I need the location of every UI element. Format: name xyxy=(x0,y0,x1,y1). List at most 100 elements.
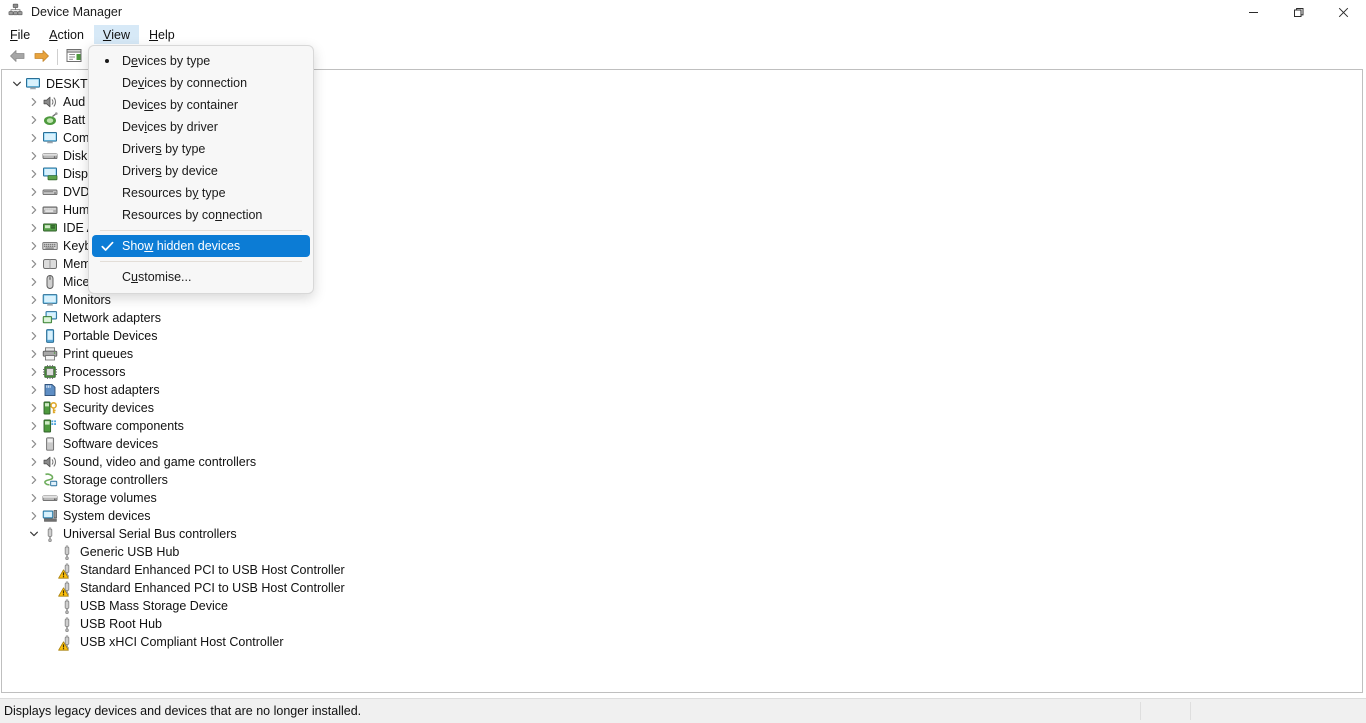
tree-item[interactable]: Software devices xyxy=(2,435,1102,453)
chevron-down-icon[interactable] xyxy=(27,525,41,543)
minimize-button[interactable] xyxy=(1231,0,1276,24)
chevron-right-icon[interactable] xyxy=(27,417,41,435)
close-button[interactable] xyxy=(1321,0,1366,24)
window-controls xyxy=(1231,0,1366,24)
chevron-right-icon[interactable] xyxy=(27,309,41,327)
audio-icon xyxy=(41,93,59,111)
menubar-item-file[interactable]: File xyxy=(1,25,39,44)
view-menu-item-devices-by-container[interactable]: Devices by container xyxy=(92,94,310,116)
tree-item-label: Sound, video and game controllers xyxy=(63,455,257,469)
view-menu-item-resources-by-type[interactable]: Resources by type xyxy=(92,182,310,204)
security-device-icon xyxy=(41,399,59,417)
menubar-item-view[interactable]: View xyxy=(93,25,140,44)
usb-icon xyxy=(58,615,76,633)
menu-item-label: Show hidden devices xyxy=(122,239,241,253)
menubar-item-help[interactable]: Help xyxy=(140,25,184,44)
chevron-right-icon[interactable] xyxy=(27,183,41,201)
warning-icon xyxy=(58,641,69,651)
chevron-right-icon[interactable] xyxy=(27,291,41,309)
tree-item[interactable]: Standard Enhanced PCI to USB Host Contro… xyxy=(2,561,1102,579)
chevron-right-icon[interactable] xyxy=(27,273,41,291)
tree-item[interactable]: Storage controllers xyxy=(2,471,1102,489)
menu-item-label: Resources by type xyxy=(122,186,226,200)
properties-button[interactable] xyxy=(62,46,86,68)
chevron-right-icon[interactable] xyxy=(27,345,41,363)
view-menu-item-show-hidden-devices[interactable]: Show hidden devices xyxy=(92,235,310,257)
storage-volume-icon xyxy=(41,489,59,507)
tree-item-label: Portable Devices xyxy=(63,329,158,343)
view-menu-item-customise[interactable]: Customise... xyxy=(92,266,310,288)
back-button[interactable] xyxy=(5,46,29,68)
status-bar-text: Displays legacy devices and devices that… xyxy=(4,704,362,718)
tree-item[interactable]: Print queues xyxy=(2,345,1102,363)
chevron-right-icon[interactable] xyxy=(27,507,41,525)
tree-item[interactable]: USB xHCI Compliant Host Controller xyxy=(2,633,1102,651)
chevron-right-icon[interactable] xyxy=(27,453,41,471)
chevron-right-icon[interactable] xyxy=(27,471,41,489)
forward-button[interactable] xyxy=(29,46,53,68)
memory-icon xyxy=(41,255,59,273)
chevron-right-icon[interactable] xyxy=(27,381,41,399)
menu-item-label: Devices by driver xyxy=(122,120,218,134)
tree-item-label: Disp xyxy=(63,167,89,181)
chevron-right-icon[interactable] xyxy=(27,363,41,381)
chevron-right-icon[interactable] xyxy=(27,255,41,273)
view-menu-item-drivers-by-device[interactable]: Drivers by device xyxy=(92,160,310,182)
tree-item[interactable]: Storage volumes xyxy=(2,489,1102,507)
monitor-icon xyxy=(41,291,59,309)
properties-icon xyxy=(66,48,82,66)
chevron-right-icon[interactable] xyxy=(27,93,41,111)
menu-item-label: Resources by connection xyxy=(122,208,263,222)
chevron-right-icon[interactable] xyxy=(27,201,41,219)
tree-item[interactable]: Standard Enhanced PCI to USB Host Contro… xyxy=(2,579,1102,597)
network-adapter-icon xyxy=(41,309,59,327)
chevron-right-icon[interactable] xyxy=(27,147,41,165)
tree-item[interactable]: System devices xyxy=(2,507,1102,525)
view-menu-item-devices-by-driver[interactable]: Devices by driver xyxy=(92,116,310,138)
system-device-icon xyxy=(41,507,59,525)
tree-item[interactable]: Portable Devices xyxy=(2,327,1102,345)
tree-item[interactable]: Network adapters xyxy=(2,309,1102,327)
tree-item-label: Mem xyxy=(63,257,91,271)
tree-item[interactable]: USB Root Hub xyxy=(2,615,1102,633)
view-dropdown-menu[interactable]: Devices by type Devices by connection Devi… xyxy=(88,45,314,294)
display-adapter-icon xyxy=(41,165,59,183)
tree-item-label: Storage volumes xyxy=(63,491,157,505)
chevron-right-icon[interactable] xyxy=(27,219,41,237)
tree-item[interactable]: SD host adapters xyxy=(2,381,1102,399)
chevron-right-icon[interactable] xyxy=(27,237,41,255)
warning-icon xyxy=(58,587,69,597)
view-menu-item-devices-by-type[interactable]: Devices by type xyxy=(92,50,310,72)
chevron-right-icon[interactable] xyxy=(27,327,41,345)
computer-icon xyxy=(41,129,59,147)
status-divider xyxy=(1190,702,1191,720)
chevron-right-icon[interactable] xyxy=(27,129,41,147)
tree-item-label: Standard Enhanced PCI to USB Host Contro… xyxy=(80,581,345,595)
menubar-item-action[interactable]: Action xyxy=(40,25,93,44)
view-menu-item-devices-by-connection[interactable]: Devices by connection xyxy=(92,72,310,94)
processor-icon xyxy=(41,363,59,381)
menu-separator xyxy=(100,261,302,262)
tree-item[interactable]: Software components xyxy=(2,417,1102,435)
chevron-right-icon[interactable] xyxy=(27,489,41,507)
keyboard-icon xyxy=(41,237,59,255)
chevron-right-icon[interactable] xyxy=(27,435,41,453)
chevron-right-icon[interactable] xyxy=(27,111,41,129)
chevron-right-icon[interactable] xyxy=(27,165,41,183)
view-menu-item-resources-by-connection[interactable]: Resources by connection xyxy=(92,204,310,226)
tree-item[interactable]: Universal Serial Bus controllers xyxy=(2,525,1102,543)
tree-item[interactable]: Generic USB Hub xyxy=(2,543,1102,561)
tree-item[interactable]: Sound, video and game controllers xyxy=(2,453,1102,471)
restore-button[interactable] xyxy=(1276,0,1321,24)
tree-item[interactable]: USB Mass Storage Device xyxy=(2,597,1102,615)
view-menu-item-drivers-by-type[interactable]: Drivers by type xyxy=(92,138,310,160)
tree-item[interactable]: Security devices xyxy=(2,399,1102,417)
chevron-down-icon[interactable] xyxy=(10,75,24,93)
tree-item[interactable]: Processors xyxy=(2,363,1102,381)
check-icon xyxy=(92,241,122,252)
title-bar: Device Manager xyxy=(0,0,1366,24)
chevron-right-icon[interactable] xyxy=(27,399,41,417)
